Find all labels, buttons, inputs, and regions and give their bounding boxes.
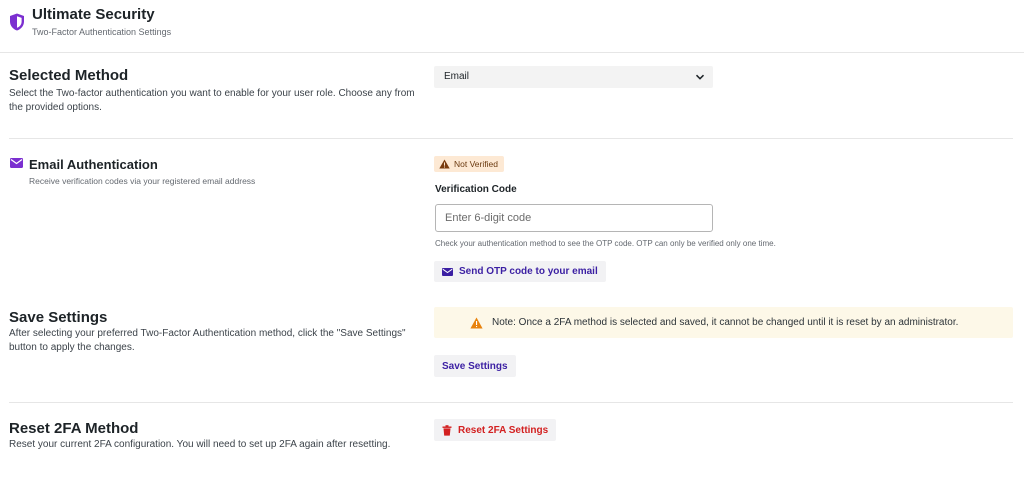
shield-icon bbox=[10, 13, 24, 31]
selected-method-title: Selected Method bbox=[9, 67, 129, 84]
selected-method-description: Select the Two-factor authentication you… bbox=[9, 88, 415, 113]
section-divider bbox=[9, 402, 1013, 403]
reset-2fa-label: Reset 2FA Settings bbox=[458, 424, 549, 436]
send-otp-label: Send OTP code to your email bbox=[459, 266, 598, 277]
save-settings-button[interactable]: Save Settings bbox=[434, 355, 516, 377]
otp-hint: Check your authentication method to see … bbox=[435, 239, 776, 248]
trash-icon bbox=[442, 424, 452, 436]
page-header: Ultimate Security Two-Factor Authenticat… bbox=[0, 0, 1024, 53]
verification-code-label: Verification Code bbox=[435, 184, 517, 195]
save-settings-label: Save Settings bbox=[442, 360, 508, 372]
chevron-down-icon bbox=[695, 74, 705, 80]
email-auth-title: Email Authentication bbox=[29, 157, 158, 172]
save-settings-title: Save Settings bbox=[9, 309, 108, 326]
app-subtitle: Two-Factor Authentication Settings bbox=[32, 27, 172, 37]
method-select-value: Email bbox=[444, 71, 470, 82]
email-auth-subtitle: Receive verification codes via your regi… bbox=[29, 176, 256, 186]
reset-2fa-button[interactable]: Reset 2FA Settings bbox=[434, 419, 557, 441]
app-title: Ultimate Security bbox=[32, 6, 155, 23]
reset-2fa-title: Reset 2FA Method bbox=[9, 420, 139, 437]
status-badge: Not Verified bbox=[434, 156, 504, 172]
mail-icon bbox=[442, 267, 453, 276]
warning-icon bbox=[470, 317, 483, 328]
warning-note: Note: Once a 2FA method is selected and … bbox=[434, 307, 1013, 338]
section-divider bbox=[9, 138, 1013, 139]
save-settings-description: After selecting your preferred Two-Facto… bbox=[9, 328, 406, 353]
status-badge-label: Not Verified bbox=[454, 159, 498, 169]
warning-note-text: Note: Once a 2FA method is selected and … bbox=[492, 317, 959, 328]
method-select[interactable]: Email bbox=[434, 66, 713, 88]
warning-icon bbox=[439, 159, 450, 169]
mail-icon bbox=[10, 158, 23, 168]
verification-code-input[interactable] bbox=[435, 204, 713, 232]
send-otp-button[interactable]: Send OTP code to your email bbox=[434, 261, 606, 282]
